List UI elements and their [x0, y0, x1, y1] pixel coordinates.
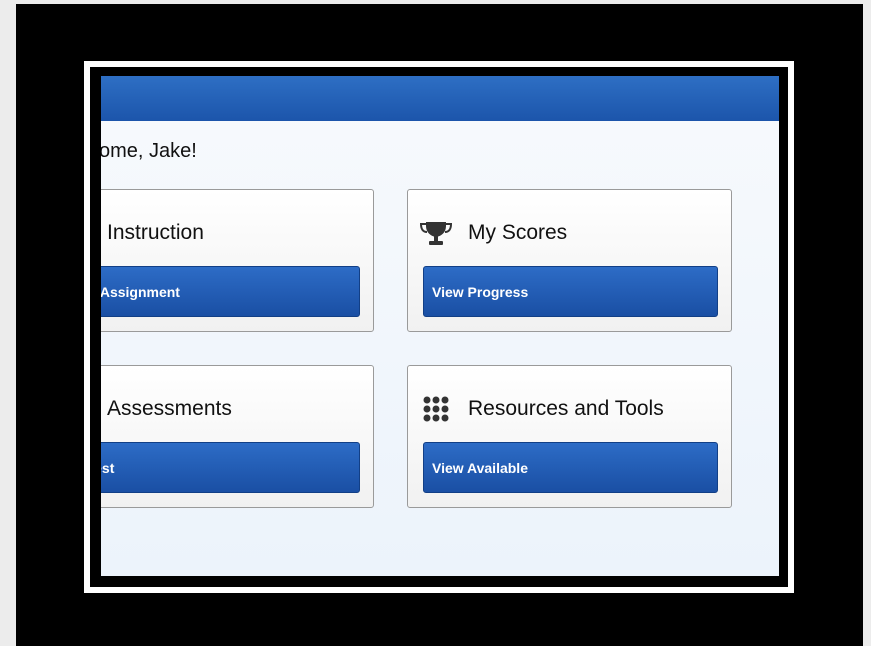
view-progress-label: View Progress	[432, 283, 529, 300]
my-scores-card: My Scores View Progress	[407, 189, 732, 332]
assessments-title: Assessments	[107, 397, 232, 420]
take-test-label: e A Test	[101, 459, 115, 476]
begin-assignment-button[interactable]: in An Assignment	[101, 266, 360, 317]
resources-tools-card: Resources and Tools View Available	[407, 365, 732, 508]
assessments-card: Assessments e A Test	[101, 365, 374, 508]
trophy-icon	[418, 218, 454, 248]
begin-assignment-label: in An Assignment	[101, 283, 180, 300]
welcome-text: ome, Jake!	[101, 140, 197, 162]
grid-dots-icon	[418, 394, 454, 424]
welcome-message: ome, Jake!	[101, 140, 197, 163]
view-progress-button[interactable]: View Progress	[423, 266, 718, 317]
my-scores-title: My Scores	[468, 221, 568, 244]
instruction-card: Instruction in An Assignment	[101, 189, 374, 332]
app-viewport: ome, Jake! Instruction in An Assignment …	[101, 76, 779, 576]
header-bar	[101, 76, 779, 121]
resources-tools-title: Resources and Tools	[468, 397, 664, 420]
view-available-label: View Available	[432, 459, 528, 476]
instruction-title: Instruction	[107, 221, 204, 244]
take-test-button[interactable]: e A Test	[101, 442, 360, 493]
view-available-button[interactable]: View Available	[423, 442, 718, 493]
